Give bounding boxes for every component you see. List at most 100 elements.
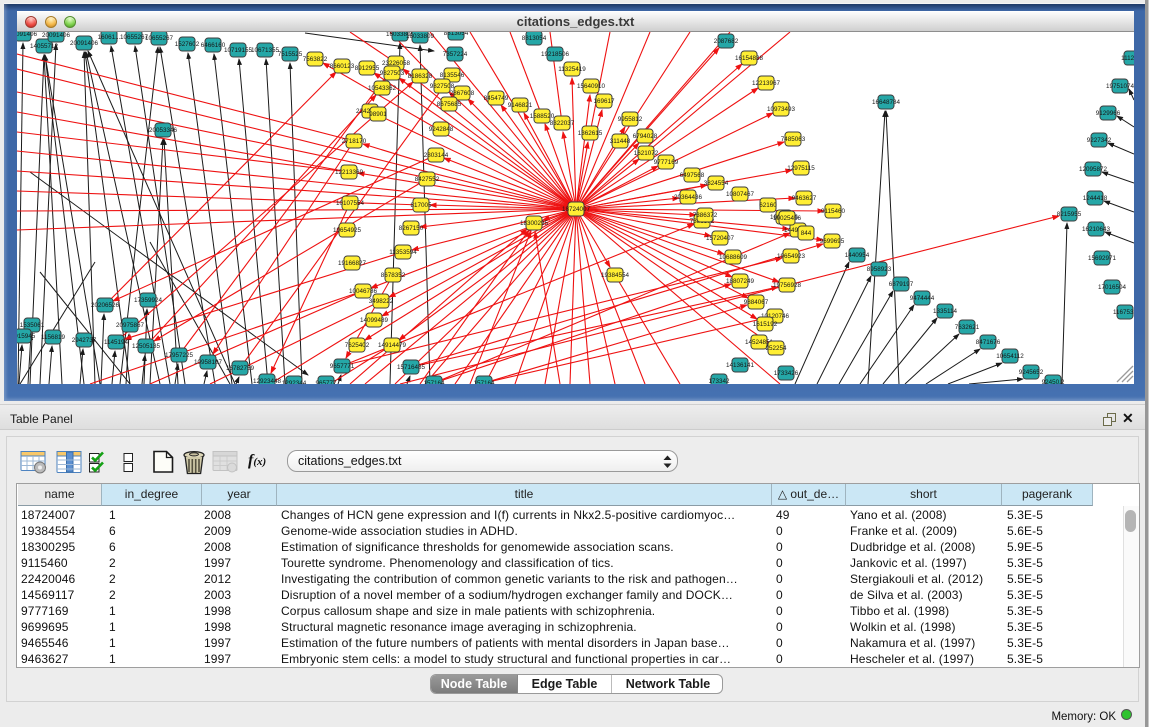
svg-text:7563822: 7563822	[303, 56, 328, 63]
svg-text:9245652: 9245652	[1019, 369, 1044, 376]
svg-text:1156819: 1156819	[41, 334, 66, 341]
svg-text:20091406: 20091406	[42, 32, 71, 39]
svg-text:18807249: 18807249	[726, 278, 755, 285]
svg-text:2942737: 2942737	[72, 337, 97, 344]
svg-text:10654112: 10654112	[996, 353, 1024, 360]
svg-text:7625402: 7625402	[345, 342, 370, 349]
svg-text:6466160: 6466160	[201, 42, 226, 49]
svg-text:10543362: 10543362	[368, 85, 397, 92]
svg-text:20091406: 20091406	[17, 32, 37, 38]
svg-text:169617: 169617	[593, 98, 615, 105]
svg-text:311448: 311448	[610, 138, 631, 145]
svg-text:844: 844	[801, 230, 812, 237]
svg-text:19751074: 19751074	[1106, 83, 1134, 90]
svg-text:8813054: 8813054	[522, 35, 547, 42]
svg-text:6497568: 6497568	[680, 172, 705, 179]
svg-text:8427552: 8427552	[415, 176, 440, 183]
svg-text:12213967: 12213967	[752, 80, 781, 87]
svg-text:1588520: 1588520	[530, 113, 555, 120]
svg-text:10973493: 10973493	[767, 106, 796, 113]
svg-text:817005: 817005	[410, 202, 432, 209]
svg-text:11353594: 11353594	[389, 249, 417, 256]
svg-text:1527602: 1527602	[175, 41, 200, 48]
svg-text:965777: 965777	[315, 380, 337, 384]
svg-text:16648784: 16648784	[872, 99, 901, 106]
svg-text:16033809: 16033809	[406, 33, 435, 40]
svg-text:1292344: 1292344	[282, 380, 307, 384]
svg-text:7515525: 7515525	[278, 51, 303, 58]
svg-text:10688609: 10688609	[719, 254, 748, 261]
svg-text:157164: 157164	[423, 380, 445, 384]
svg-text:14099489: 14099489	[360, 317, 389, 324]
svg-text:15720407: 15720407	[706, 235, 735, 242]
svg-text:20053346: 20053346	[149, 127, 178, 134]
svg-text:8813054: 8813054	[444, 32, 469, 37]
svg-text:8958923: 8958923	[867, 266, 892, 273]
svg-text:12505135: 12505135	[132, 343, 161, 350]
svg-text:3498222: 3498222	[369, 298, 394, 305]
svg-text:20364436: 20364436	[674, 194, 703, 201]
svg-text:12213369: 12213369	[335, 169, 364, 176]
svg-text:20975867: 20975867	[116, 322, 145, 329]
svg-text:8471676: 8471676	[976, 339, 1001, 346]
svg-text:9657771: 9657771	[330, 363, 355, 370]
svg-text:8675685: 8675685	[437, 101, 462, 108]
svg-text:173342: 173342	[708, 378, 730, 384]
svg-text:12923448: 12923448	[253, 378, 282, 384]
svg-text:12975115: 12975115	[787, 165, 815, 172]
svg-text:1440954: 1440954	[845, 252, 870, 259]
svg-text:19218506: 19218506	[541, 51, 570, 58]
svg-text:8215955: 8215955	[1057, 211, 1082, 218]
svg-text:9777169: 9777169	[654, 159, 679, 166]
svg-text:10719155: 10719155	[224, 47, 253, 54]
svg-text:9242848: 9242848	[429, 126, 454, 133]
svg-text:8135546: 8135546	[440, 72, 465, 79]
svg-text:15692971: 15692971	[1088, 255, 1117, 262]
svg-text:1145194: 1145194	[104, 339, 129, 346]
svg-text:3915945: 3915945	[17, 333, 36, 340]
svg-text:10107554: 10107554	[336, 200, 365, 207]
svg-text:17957225: 17957225	[165, 352, 194, 359]
svg-text:7386372: 7386372	[693, 212, 718, 219]
svg-text:8912955: 8912955	[355, 65, 380, 72]
svg-text:14136141: 14136141	[726, 362, 755, 369]
svg-text:10671355: 10671355	[251, 47, 280, 54]
svg-text:14055712: 14055712	[30, 43, 59, 50]
svg-text:6879197: 6879197	[889, 281, 914, 288]
svg-text:10046786: 10046786	[349, 288, 378, 295]
svg-text:19756928: 19756928	[773, 282, 802, 289]
svg-text:9129966: 9129966	[1096, 110, 1121, 117]
svg-text:19166827: 19166827	[338, 260, 367, 267]
svg-text:9463627: 9463627	[792, 195, 817, 202]
svg-text:7632621: 7632621	[955, 324, 980, 331]
svg-text:17016504: 17016504	[1098, 284, 1127, 291]
svg-text:1615192: 1615192	[753, 321, 778, 328]
svg-text:8678352: 8678352	[381, 272, 406, 279]
svg-text:9146821: 9146821	[508, 102, 533, 109]
svg-text:19654923: 19654923	[777, 253, 806, 260]
svg-text:19654925: 19654925	[333, 227, 362, 234]
svg-text:9115460: 9115460	[821, 208, 846, 215]
svg-text:16154838: 16154838	[735, 55, 764, 62]
svg-text:15640910: 15640910	[577, 83, 606, 90]
svg-text:8186328: 8186328	[408, 73, 433, 80]
svg-text:10025456: 10025456	[773, 215, 802, 222]
svg-text:11127...: 11127...	[1121, 55, 1134, 62]
svg-text:2718170: 2718170	[342, 138, 367, 145]
svg-text:8267150: 8267150	[399, 225, 424, 232]
svg-text:1362615: 1362615	[578, 130, 603, 137]
svg-text:10655267: 10655267	[145, 35, 174, 42]
svg-text:92450.2: 92450.2	[1042, 379, 1065, 384]
svg-text:20091406: 20091406	[70, 40, 99, 47]
svg-text:2867608: 2867608	[450, 90, 475, 97]
svg-text:6794028: 6794028	[633, 133, 658, 140]
svg-text:7357224: 7357224	[443, 51, 468, 58]
svg-text:7485063: 7485063	[781, 136, 806, 143]
svg-text:1244418: 1244418	[1083, 195, 1108, 202]
svg-text:16210643: 16210643	[1082, 226, 1111, 233]
svg-text:8660123: 8660123	[330, 63, 355, 70]
svg-text:16782759: 16782759	[226, 365, 255, 372]
svg-text:8454749: 8454749	[484, 95, 509, 102]
svg-text:18724007: 18724007	[562, 206, 591, 213]
svg-text:9699695: 9699695	[820, 238, 845, 245]
